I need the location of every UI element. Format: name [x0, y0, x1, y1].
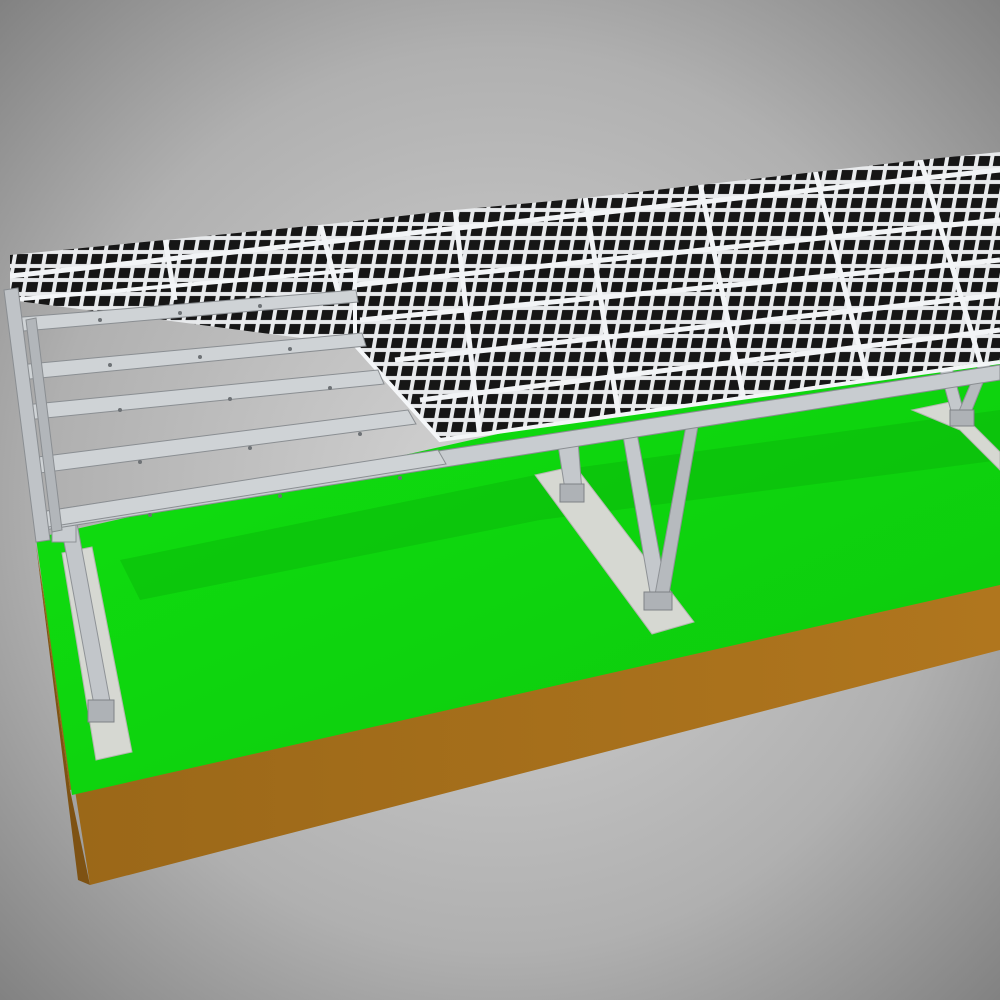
solar-carport-render — [0, 0, 1000, 1000]
leg-right-base — [949, 409, 975, 427]
post-left-base-plate — [87, 699, 115, 723]
leg-middle-base-a — [559, 483, 585, 503]
render-viewport — [0, 0, 1000, 1000]
leg-middle-base-b — [643, 591, 673, 611]
